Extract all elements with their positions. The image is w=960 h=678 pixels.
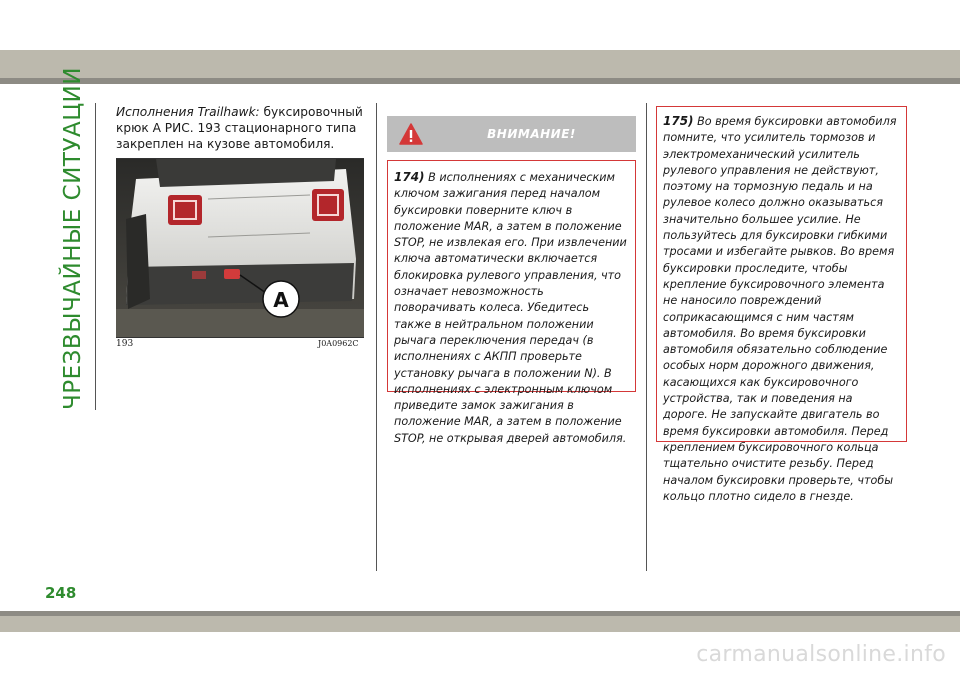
tail-light-right xyxy=(312,189,344,221)
warning-triangle-icon xyxy=(399,123,423,145)
rear-bumper xyxy=(126,263,354,305)
note-number: 175) xyxy=(663,114,694,128)
warning-note-174: 174) В исполнениях с механическим ключом… xyxy=(387,160,636,445)
note-text: В исполнениях с механическим ключом зажи… xyxy=(394,171,627,445)
figure-code: J0A0962C xyxy=(318,339,359,348)
footer-stripe xyxy=(0,616,960,632)
warning-header: ВНИМАНИЕ! xyxy=(387,116,636,152)
site-watermark: carmanualsonline.info xyxy=(696,642,946,667)
car-rear-illustration: A xyxy=(116,159,364,337)
page-number: 248 xyxy=(45,584,77,602)
note-text: Во время буксировки автомобиля помните, … xyxy=(663,115,897,503)
section-divider xyxy=(95,103,96,410)
intro-lead: Исполнения Trailhawk: xyxy=(116,105,260,119)
section-title: ЧРЕЗВЫЧАЙНЫЕ СИТУАЦИИ xyxy=(60,67,86,410)
column-divider xyxy=(376,103,377,571)
callout-label: A xyxy=(273,288,289,312)
warning-note-175: 175) Во время буксировки автомобиля помн… xyxy=(656,106,907,503)
column-divider xyxy=(646,103,647,571)
note-number: 174) xyxy=(394,170,425,184)
warning-title: ВНИМАНИЕ! xyxy=(487,127,576,141)
header-rule xyxy=(0,78,960,84)
figure-photo: A xyxy=(116,158,364,338)
header-stripe xyxy=(0,50,960,78)
intro-paragraph: Исполнения Trailhawk: буксировочный крюк… xyxy=(116,104,366,152)
figure-number: 193 xyxy=(116,339,134,349)
top-margin xyxy=(0,0,960,50)
tow-hook xyxy=(224,269,240,279)
